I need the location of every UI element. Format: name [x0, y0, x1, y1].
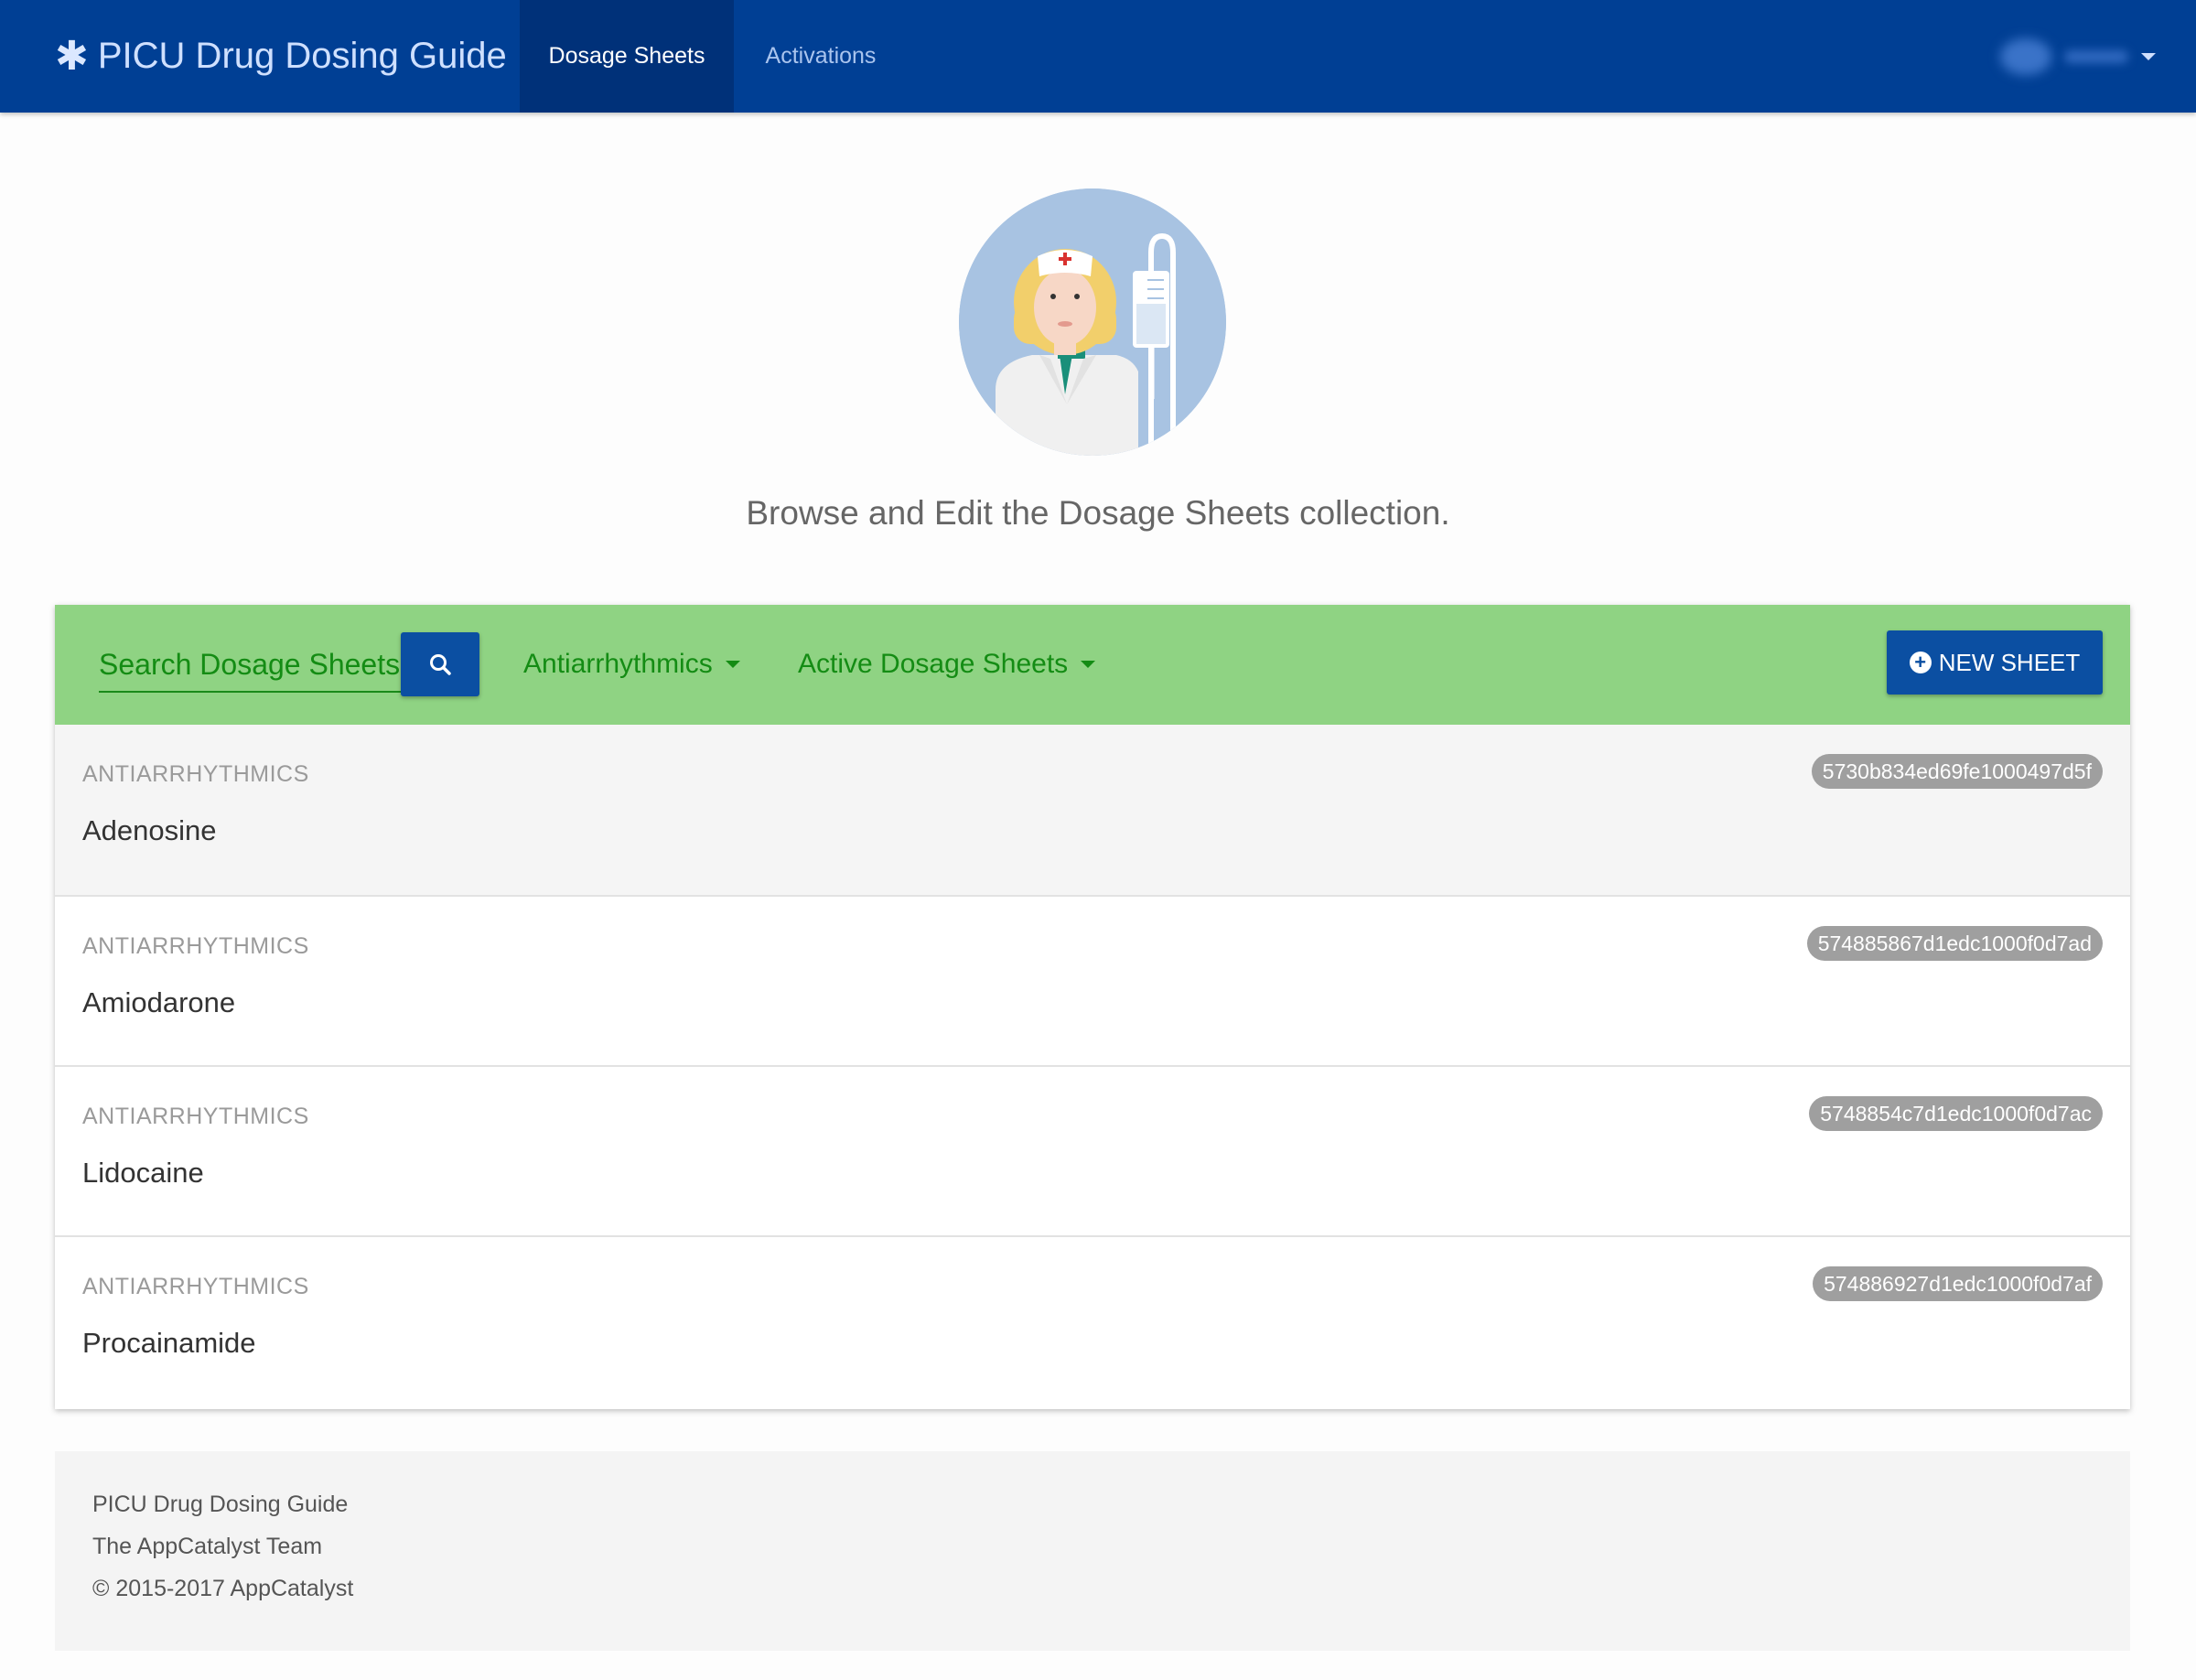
brand-title: PICU Drug Dosing Guide: [97, 36, 507, 76]
toolbar: Antiarrhythmics Active Dosage Sheets + N…: [55, 605, 2130, 725]
brand[interactable]: ✱ PICU Drug Dosing Guide: [55, 0, 507, 113]
nurse-with-iv-illustration: [959, 188, 1226, 456]
footer-copyright: © 2015-2017 AppCatalyst: [92, 1576, 354, 1601]
item-name: Amiodarone: [82, 986, 236, 1018]
item-name: Procainamide: [82, 1327, 256, 1359]
list-item[interactable]: ANTIARRHYTHMICS Adenosine 5730b834ed69fe…: [55, 725, 2130, 895]
top-navbar: ✱ PICU Drug Dosing Guide Dosage Sheets A…: [0, 0, 2196, 113]
user-name-blurred: [2064, 49, 2128, 63]
list-item[interactable]: ANTIARRHYTHMICS Lidocaine 5748854c7d1edc…: [55, 1065, 2130, 1235]
item-category: ANTIARRHYTHMICS: [82, 933, 309, 959]
tab-label: Activations: [765, 43, 877, 69]
asterisk-icon: ✱: [55, 34, 89, 79]
item-id-badge: 5748854c7d1edc1000f0d7ac: [1809, 1096, 2103, 1131]
item-id-badge: 5730b834ed69fe1000497d5f: [1811, 754, 2103, 789]
tab-activations[interactable]: Activations: [734, 0, 908, 113]
avatar: [2000, 38, 2051, 75]
caret-down-icon: [725, 661, 740, 668]
footer-team: The AppCatalyst Team: [92, 1534, 323, 1559]
item-name: Adenosine: [82, 814, 217, 846]
new-sheet-button[interactable]: + NEW SHEET: [1887, 630, 2103, 695]
hero-subtitle: Browse and Edit the Dosage Sheets collec…: [746, 494, 1450, 532]
category-filter-label: Antiarrhythmics: [523, 649, 713, 679]
list-item[interactable]: ANTIARRHYTHMICS Amiodarone 574885867d1ed…: [55, 895, 2130, 1065]
item-category: ANTIARRHYTHMICS: [82, 1104, 309, 1129]
item-category: ANTIARRHYTHMICS: [82, 1274, 309, 1299]
status-filter-label: Active Dosage Sheets: [798, 649, 1069, 679]
caret-down-icon: [2141, 52, 2156, 60]
list-item[interactable]: ANTIARRHYTHMICS Procainamide 574886927d1…: [55, 1235, 2130, 1405]
item-id-badge: 574885867d1edc1000f0d7ad: [1806, 926, 2103, 961]
item-name: Lidocaine: [82, 1157, 204, 1189]
tab-label: Dosage Sheets: [548, 43, 705, 69]
status-filter-dropdown[interactable]: Active Dosage Sheets: [798, 632, 1096, 696]
plus-circle-icon: +: [1909, 652, 1932, 673]
footer-app-name: PICU Drug Dosing Guide: [92, 1492, 349, 1517]
tab-dosage-sheets[interactable]: Dosage Sheets: [520, 0, 734, 113]
user-menu[interactable]: [2000, 0, 2156, 113]
category-filter-dropdown[interactable]: Antiarrhythmics: [523, 632, 740, 696]
search-icon: [430, 654, 451, 675]
caret-down-icon: [1081, 661, 1096, 668]
item-id-badge: 574886927d1edc1000f0d7af: [1813, 1266, 2103, 1301]
dosage-sheets-card: Antiarrhythmics Active Dosage Sheets + N…: [55, 605, 2130, 1409]
footer: PICU Drug Dosing Guide The AppCatalyst T…: [55, 1451, 2130, 1651]
item-category: ANTIARRHYTHMICS: [82, 761, 309, 787]
search-input[interactable]: [99, 638, 401, 693]
search-button[interactable]: [401, 632, 479, 696]
new-sheet-label: NEW SHEET: [1938, 648, 2081, 676]
